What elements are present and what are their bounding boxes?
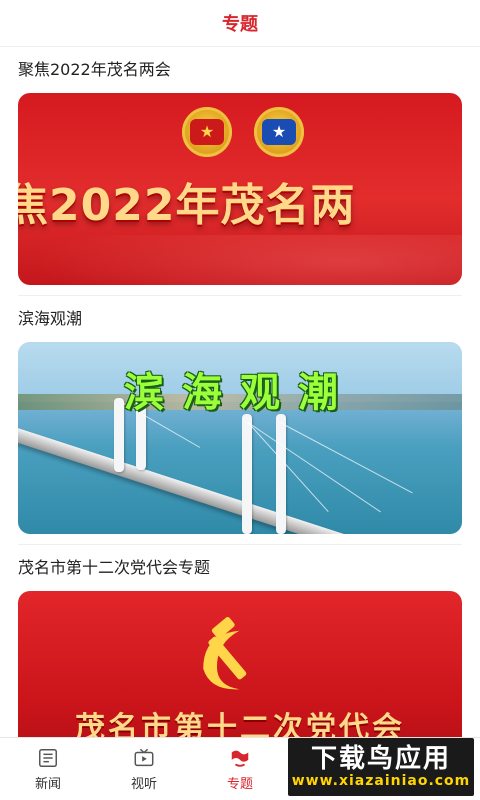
hammer-sickle-icon (203, 617, 247, 690)
newspaper-icon (39, 748, 57, 767)
tab-topics[interactable]: 专题 (192, 738, 288, 800)
banner-headline: 焦2022年茂名两 (18, 180, 356, 231)
national-emblem-icon: ★ (182, 107, 232, 157)
tv-icon (134, 748, 154, 766)
bridge-tower (276, 414, 286, 534)
page-title: 专题 (222, 14, 258, 35)
topic-banner-lianghui[interactable]: ★ ★ 焦2022年茂名两 (18, 93, 462, 285)
top-header: 专题 (0, 0, 480, 47)
topic-section: 滨海观潮 滨海观潮 (0, 296, 480, 545)
tab-label: 视听 (130, 776, 157, 792)
tab-news[interactable]: 新闻 (0, 738, 96, 800)
topic-section: 聚焦2022年茂名两会 ★ ★ 焦2022年茂名两 (0, 47, 480, 296)
banner-headline: 茂名市第十二次党代会 (75, 711, 405, 738)
topic-section: 茂名市第十二次党代会专题 茂名市第十二次党代会 (0, 545, 480, 738)
topic-banner-party-congress[interactable]: 茂名市第十二次党代会 (18, 591, 462, 738)
banner-swirl-decoration (18, 235, 462, 285)
topic-banner-binhai[interactable]: 滨海观潮 (18, 342, 462, 534)
bridge-tower (242, 414, 252, 534)
watermark-title: 下载鸟应用 (310, 744, 451, 774)
topic-icon (231, 750, 249, 767)
topic-list[interactable]: 聚焦2022年茂名两会 ★ ★ 焦2022年茂名两 滨海观潮 滨海观潮 茂名市第… (0, 47, 480, 738)
topic-title[interactable]: 茂名市第十二次党代会专题 (18, 545, 462, 591)
topic-title[interactable]: 聚焦2022年茂名两会 (18, 47, 462, 93)
cppcc-emblem-icon: ★ (254, 107, 304, 157)
download-watermark: 下载鸟应用 www.xiazainiao.com (288, 738, 474, 796)
banner-headline: 滨海观潮 (124, 370, 356, 416)
bridge-cable (247, 422, 381, 513)
watermark-url: www.xiazainiao.com (291, 773, 471, 789)
tab-label: 专题 (226, 776, 253, 792)
tab-label: 新闻 (34, 776, 61, 792)
bridge-cable (247, 422, 329, 513)
topic-title[interactable]: 滨海观潮 (18, 296, 462, 342)
tab-video[interactable]: 视听 (96, 738, 192, 800)
bridge-deck (18, 422, 462, 534)
